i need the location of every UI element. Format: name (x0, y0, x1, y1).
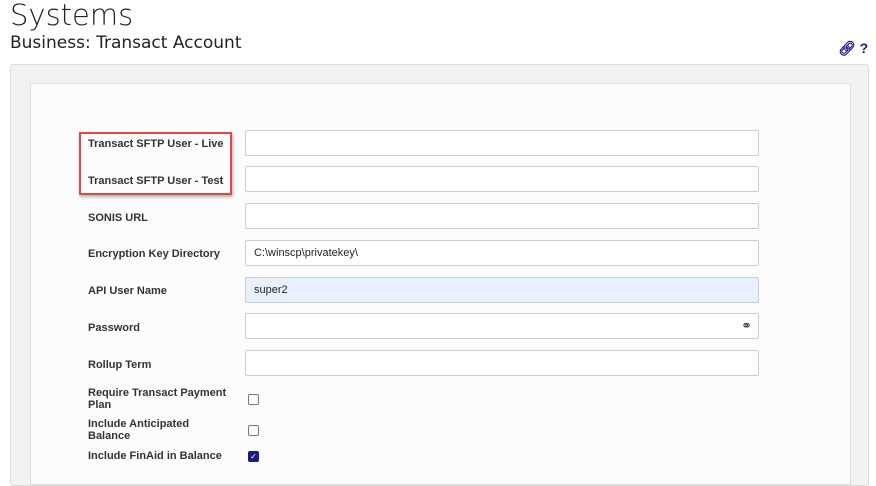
sonis-url-input[interactable] (245, 203, 759, 229)
label-rollup-term: Rollup Term (88, 359, 152, 371)
password-input[interactable]: ⚭ (245, 313, 759, 339)
label-require-payment-plan: Require Transact Payment Plan (88, 387, 227, 411)
label-sonis-url: SONIS URL (88, 212, 148, 224)
include-finaid-checkbox[interactable]: ✓ (248, 451, 259, 462)
label-include-finaid: Include FinAid in Balance (88, 450, 222, 462)
label-sftp-live: Transact SFTP User - Live (88, 138, 224, 150)
label-sftp-test: Transact SFTP User - Test (88, 175, 224, 187)
include-anticipated-checkbox[interactable] (248, 425, 259, 436)
link-icon[interactable]: 🔗︎ (838, 40, 856, 56)
label-encryption-dir: Encryption Key Directory (88, 248, 221, 260)
page-title: Systems (10, 0, 134, 32)
sftp-test-input[interactable] (245, 166, 759, 192)
encryption-dir-input[interactable]: C:\winscp\privatekey\ (245, 240, 759, 266)
api-user-input[interactable]: super2 (245, 277, 759, 303)
page-subtitle: Business: Transact Account (10, 33, 242, 53)
rollup-term-input[interactable] (245, 350, 759, 376)
label-password: Password (88, 322, 140, 334)
require-payment-plan-checkbox[interactable] (248, 394, 259, 405)
help-icon[interactable]: ? (860, 40, 869, 56)
label-api-user: API User Name (88, 285, 167, 297)
eye-slash-icon[interactable]: ⚭ (741, 314, 752, 338)
sftp-live-input[interactable] (245, 130, 759, 156)
label-include-anticipated: Include Anticipated Balance (88, 418, 190, 442)
